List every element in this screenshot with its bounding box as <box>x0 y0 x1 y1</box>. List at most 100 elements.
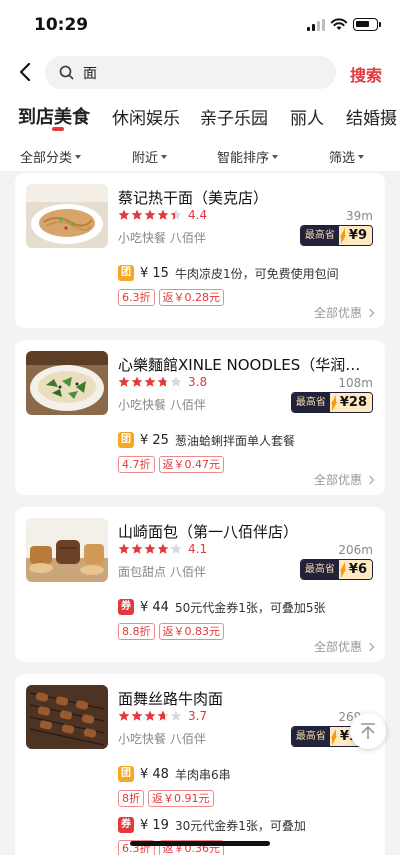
discount-tag: 8折 <box>118 790 144 807</box>
filter-more-label: 筛选 <box>329 151 356 166</box>
star-icon <box>144 710 156 721</box>
star-icon <box>170 376 182 387</box>
tab-beauty[interactable]: 丽人 <box>290 104 324 129</box>
max-saving-badge: 最高省 ¥9 <box>299 225 373 246</box>
max-saving-label: 最高省 <box>300 226 339 245</box>
cashback-tag: 返￥0.83元 <box>158 623 224 640</box>
deal-price: ¥ 25 <box>140 432 169 448</box>
shop-photo <box>26 518 108 582</box>
star-icon <box>170 543 182 554</box>
rating-score: 4.4 <box>188 208 208 222</box>
cashback-tag: 返￥0.28元 <box>158 289 224 306</box>
bolt-icon <box>329 727 338 746</box>
shop-category: 面包甜点 八佰伴 <box>118 565 206 579</box>
back-arrow-icon[interactable] <box>16 60 36 84</box>
star-icon <box>118 543 130 554</box>
shop-name: 蔡记热干面（美克店） <box>118 189 269 207</box>
search-input[interactable] <box>83 62 323 83</box>
filter-more[interactable]: 筛选 <box>329 147 365 166</box>
back-to-top-button[interactable] <box>350 713 386 749</box>
shop-category: 小吃快餐 八佰伴 <box>118 398 206 412</box>
shop-photo <box>26 351 108 415</box>
search-button[interactable]: 搜索 <box>350 62 382 86</box>
shop-distance: 206m <box>338 543 373 557</box>
tab-indicator <box>52 127 64 131</box>
filter-nearby[interactable]: 附近 <box>132 147 168 166</box>
star-icon <box>131 209 143 220</box>
all-offers-label: 全部优惠 <box>313 640 362 654</box>
max-saving-value: ¥28 <box>337 393 372 412</box>
deal-desc: 50元代金券1张，可叠加5张 <box>174 600 326 615</box>
star-icon <box>131 710 143 721</box>
shop-name: 面舞丝路牛肉面 <box>118 690 224 708</box>
discount-tag: 8.8折 <box>118 623 155 640</box>
bolt-icon <box>338 560 347 579</box>
star-rating: 3.7 <box>118 709 207 723</box>
shop-photo <box>26 685 108 749</box>
max-saving-label: 最高省 <box>300 560 339 579</box>
max-saving-label: 最高省 <box>291 393 330 412</box>
shop-card[interactable]: 蔡记热干面（美克店） 4.4 39m 小吃快餐 八佰伴 最高省 ¥9 团 ¥ 1… <box>15 173 385 328</box>
rating-score: 3.8 <box>188 375 208 389</box>
star-icon <box>157 710 169 721</box>
chevron-down-icon <box>75 154 82 159</box>
rating-score: 3.7 <box>188 709 208 723</box>
deal-desc: 牛肉凉皮1份，可免费使用包间 <box>174 266 339 281</box>
coupon-deal-icon: 券 <box>118 599 134 615</box>
shop-distance: 108m <box>338 376 373 390</box>
deal-row[interactable]: 券 ¥ 19 30元代金券1张，可叠加 <box>118 816 306 834</box>
group-deal-icon: 团 <box>118 265 134 281</box>
all-offers-link[interactable]: 全部优惠 <box>313 638 375 655</box>
max-saving-badge: 最高省 ¥6 <box>299 559 373 580</box>
tab-food[interactable]: 到店美食 <box>18 103 90 129</box>
tab-leisure[interactable]: 休闲娱乐 <box>112 104 180 129</box>
star-icon <box>131 543 143 554</box>
star-icon <box>118 710 130 721</box>
shop-distance: 39m <box>346 209 373 223</box>
star-icon <box>170 209 182 220</box>
back-to-top-icon <box>361 723 375 739</box>
shop-category: 小吃快餐 八佰伴 <box>118 732 206 746</box>
shop-card[interactable]: 面舞丝路牛肉面 3.7 269m 小吃快餐 八佰伴 最高省 ¥13 团 ¥ 48… <box>15 674 385 855</box>
shop-card[interactable]: 心樂麵館XINLE NOODLES（华润… 3.8 108m 小吃快餐 八佰伴 … <box>15 340 385 495</box>
shop-photo <box>26 184 108 248</box>
chevron-down-icon <box>272 154 279 159</box>
all-offers-link[interactable]: 全部优惠 <box>314 304 375 321</box>
deal-price: ¥ 48 <box>140 766 169 782</box>
deal-row[interactable]: 团 ¥ 25 葱油蛤蜊拌面单人套餐 <box>118 431 295 449</box>
deal-row[interactable]: 团 ¥ 15 牛肉凉皮1份，可免费使用包间 <box>118 264 339 282</box>
star-icon <box>118 209 130 220</box>
shop-name: 山崎面包（第一八佰伴店） <box>118 523 299 541</box>
filter-sort-label: 智能排序 <box>217 151 270 166</box>
tab-family[interactable]: 亲子乐园 <box>200 104 268 129</box>
deal-row[interactable]: 券 ¥ 44 50元代金券1张，可叠加5张 <box>118 598 326 616</box>
deal-tags: 6.3折 返￥0.28元 <box>118 289 228 306</box>
chevron-down-icon <box>161 154 168 159</box>
star-rating: 4.4 <box>118 208 207 222</box>
max-saving-label: 最高省 <box>291 727 330 746</box>
max-saving-value: ¥6 <box>346 560 372 579</box>
search-icon <box>59 65 74 80</box>
deal-desc: 羊肉串6串 <box>174 767 231 782</box>
filter-category[interactable]: 全部分类 <box>20 147 82 166</box>
bolt-icon <box>329 393 338 412</box>
discount-tag: 6.3折 <box>118 289 155 306</box>
deal-price: ¥ 44 <box>140 599 169 615</box>
star-icon <box>144 376 156 387</box>
star-icon <box>131 376 143 387</box>
search-bar[interactable] <box>45 56 336 89</box>
all-offers-link[interactable]: 全部优惠 <box>313 471 375 488</box>
filter-category-label: 全部分类 <box>20 151 73 166</box>
star-icon <box>144 543 156 554</box>
tab-wedding[interactable]: 结婚摄 <box>346 104 397 129</box>
star-icon <box>157 209 169 220</box>
max-saving-badge: 最高省 ¥28 <box>290 392 373 413</box>
star-icon <box>170 710 182 721</box>
group-deal-icon: 团 <box>118 766 134 782</box>
shop-name: 心樂麵館XINLE NOODLES（华润… <box>118 356 361 374</box>
shop-card[interactable]: 山崎面包（第一八佰伴店） 4.1 206m 面包甜点 八佰伴 最高省 ¥6 券 … <box>15 507 385 662</box>
all-offers-label: 全部优惠 <box>313 473 362 487</box>
deal-row[interactable]: 团 ¥ 48 羊肉串6串 <box>118 765 231 783</box>
filter-sort[interactable]: 智能排序 <box>217 147 279 166</box>
shop-category: 小吃快餐 八佰伴 <box>118 231 206 245</box>
